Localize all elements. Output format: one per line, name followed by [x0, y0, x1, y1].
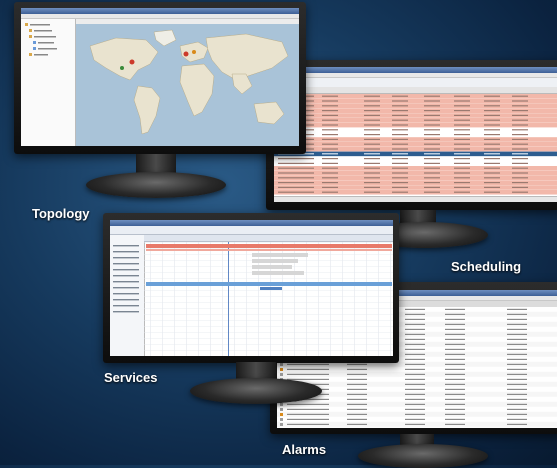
- map-node-marker: [184, 52, 189, 57]
- map-node-marker: [192, 50, 196, 54]
- gantt-bar: [260, 287, 282, 290]
- scheduling-table: [274, 94, 557, 202]
- gantt-bar: [252, 265, 292, 269]
- map-node-marker: [120, 66, 124, 70]
- label-alarms: Alarms: [282, 442, 326, 457]
- label-services: Services: [104, 370, 158, 385]
- gantt-bar: [252, 253, 308, 257]
- gantt-bar: [146, 282, 392, 286]
- map-node-marker: [130, 60, 135, 65]
- scheduling-screen: [274, 67, 557, 202]
- gantt-bar: [252, 271, 304, 275]
- topology-tree: [21, 21, 75, 81]
- label-topology: Topology: [32, 206, 90, 221]
- gantt-bar: [252, 259, 298, 263]
- gantt-bar: [146, 249, 392, 251]
- services-gantt: [110, 235, 393, 356]
- world-map: [76, 24, 299, 146]
- services-screen: [110, 220, 393, 356]
- topology-screen: [21, 8, 299, 146]
- label-scheduling: Scheduling: [451, 259, 521, 274]
- gantt-bar: [146, 244, 392, 248]
